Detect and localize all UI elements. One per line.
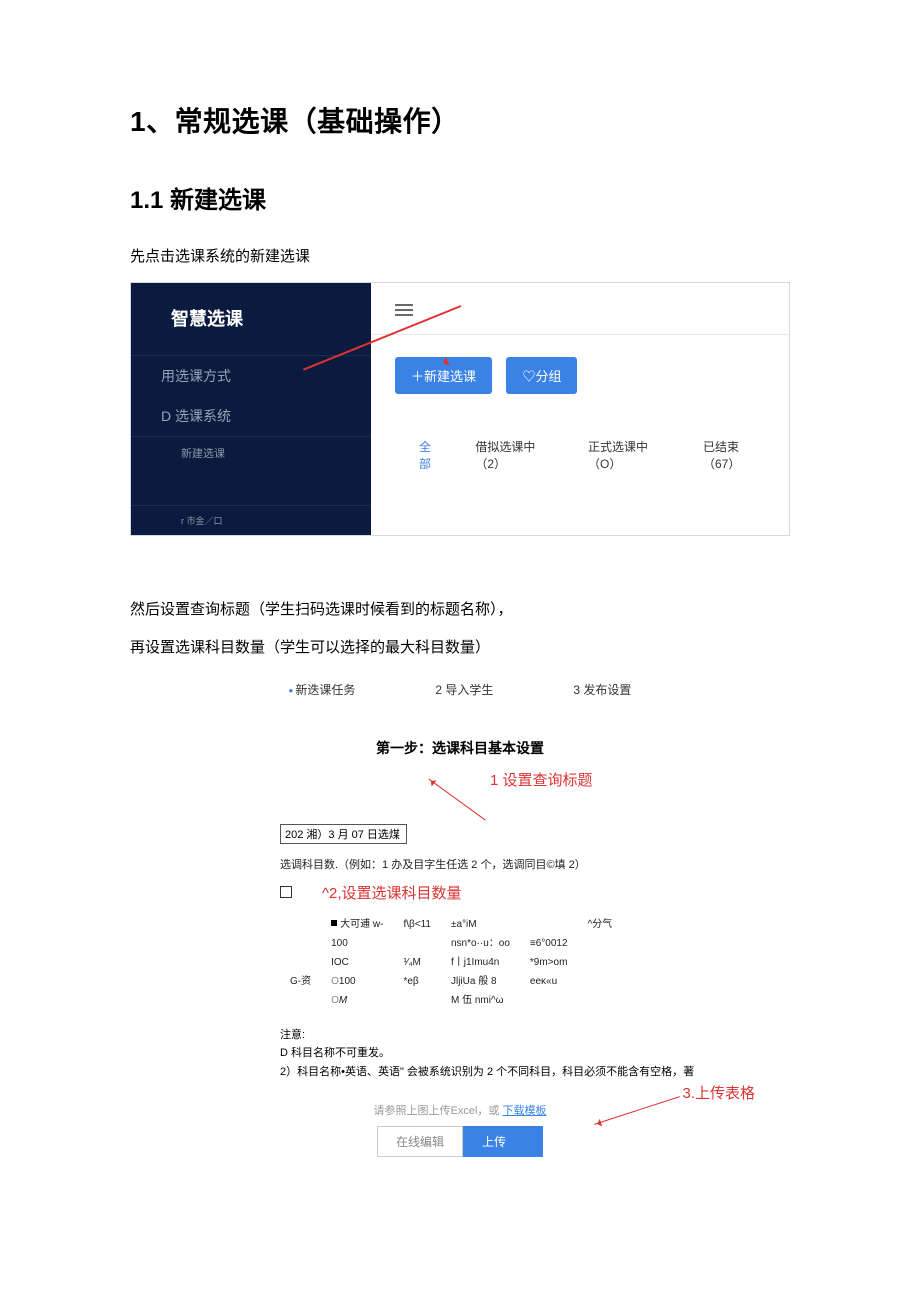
hamburger-icon[interactable] (395, 304, 413, 316)
screenshot-task-setup: 新迭课任务 2 导入学生 3 发布设置 第一步：选课科目基本设置 1 设置查询标… (130, 681, 790, 1167)
grid-cell: ≡6°0012 (530, 934, 588, 953)
grid-cell: f\β<11 (403, 915, 451, 934)
wizard-steps: 新迭课任务 2 导入学生 3 发布设置 (130, 681, 790, 698)
upload-button[interactable]: 上传 (463, 1126, 543, 1157)
screenshot-app-nav: 智慧选课 用选课方式 D 选课系统 新建选课 r 市金／口 ＋新建选课 ♡分组 … (130, 282, 790, 536)
annotation-arrow-3 (595, 1096, 681, 1125)
grid-cell: ¹⁄₄M (403, 953, 451, 972)
note-line-1: D 科目名称不可重发。 (280, 1044, 790, 1063)
step-title: 第一步：选课科目基本设置 (130, 738, 790, 758)
annotation-1: 1 设置查询标题 (490, 769, 593, 790)
grid-cell: nsn*o··u：oo (451, 934, 530, 953)
tab-done[interactable]: 已结束（67） (703, 438, 765, 472)
status-tabs: 全部 借拟选课中（2） 正式选课中（O） 已结束（67） (395, 438, 765, 472)
course-title-input[interactable]: 202 湘）3 月 07 日选煤 (280, 824, 407, 844)
annotation-arrow-1 (428, 778, 485, 820)
notes-block: 注意: D 科目名称不可重发。 2）科目名称•英语、英语" 会被系统识别为 2 … (280, 1026, 790, 1082)
sidebar-subitem-new[interactable]: 新建选课 (131, 437, 371, 469)
subject-count-checkbox[interactable] (280, 886, 292, 898)
annotation-3: 3.上传表格 (682, 1085, 755, 1102)
upload-hint: 请参照上图上传Excel，或 下载模板 (315, 1102, 605, 1118)
grid-cell: *9m>om (530, 953, 588, 972)
wizard-step-1[interactable]: 新迭课任务 (289, 681, 356, 698)
annotation-2: ^2,设置选课科目数量 (322, 882, 462, 903)
wizard-step-2[interactable]: 2 导入学生 (435, 681, 493, 698)
subject-grid: 大可逋 w- f\β<11 ±a°iM ^分气 100 nsn*o··u：oo … (290, 915, 790, 1010)
tab-draft[interactable]: 借拟选课中（2） (475, 438, 552, 472)
grid-cell: 100 (331, 934, 403, 953)
subsection-heading: 1.1 新建选课 (130, 180, 790, 215)
note-line-2: 2）科目名称•英语、英语" 会被系统识别为 2 个不同科目，科目必须不能含有空格… (280, 1063, 790, 1082)
download-template-link[interactable]: 下载模板 (502, 1105, 546, 1117)
grid-cell: 100 (339, 976, 356, 987)
tab-active[interactable]: 正式选课中（O） (588, 438, 667, 472)
sidebar-item-system[interactable]: D 选课系统 (131, 396, 371, 436)
group-button[interactable]: ♡分组 (506, 357, 577, 394)
app-main-panel: ＋新建选课 ♡分组 全部 借拟选课中（2） 正式选课中（O） 已结束（67） (371, 283, 789, 535)
app-brand: 智慧选课 (131, 283, 371, 355)
grid-cell: IOC (331, 953, 403, 972)
grid-cell: JljiUa 般 8 (451, 972, 530, 991)
intro-paragraph-3: 再设置选课科目数量（学生可以选择的最大科目数量） (130, 634, 790, 663)
grid-row-lead: G-资 (290, 972, 331, 991)
wizard-step-3[interactable]: 3 发布设置 (573, 681, 631, 698)
section-heading: 1、常规选课（基础操作） (130, 100, 790, 140)
grid-cell: M 伍 nmi^ω (451, 991, 530, 1010)
grid-cell: *eβ (403, 972, 451, 991)
online-edit-button[interactable]: 在线编辑 (377, 1126, 463, 1157)
grid-cell: ^分气 (588, 915, 633, 934)
divider (371, 334, 789, 335)
sidebar-footer: r 市金／口 (131, 506, 371, 535)
upload-hint-text: 请参照上图上传Excel，或 (374, 1105, 500, 1117)
grid-cell: 大可逋 w- (340, 919, 383, 930)
intro-paragraph-1: 先点击选课系统的新建选课 (130, 243, 790, 272)
grid-cell: M (339, 995, 347, 1006)
grid-cell: f丨j1Imu4n (451, 953, 530, 972)
upload-zone: 3.上传表格 请参照上图上传Excel，或 下载模板 在线编辑 上传 (315, 1102, 605, 1157)
subject-count-label: 选调科目数.（例如：1 办及目字生任选 2 个，选调同目©填 2） (280, 856, 790, 872)
grid-cell: ±a°iM (451, 915, 530, 934)
tab-all[interactable]: 全部 (419, 438, 439, 472)
app-sidebar: 智慧选课 用选课方式 D 选课系统 新建选课 r 市金／口 (131, 283, 371, 535)
grid-cell: eeκ«u (530, 972, 588, 991)
intro-paragraph-2: 然后设置查询标题（学生扫码选课时候看到的标题名称）， (130, 596, 790, 625)
notes-heading: 注意: (280, 1026, 790, 1045)
sidebar-item-mode[interactable]: 用选课方式 (131, 356, 371, 396)
